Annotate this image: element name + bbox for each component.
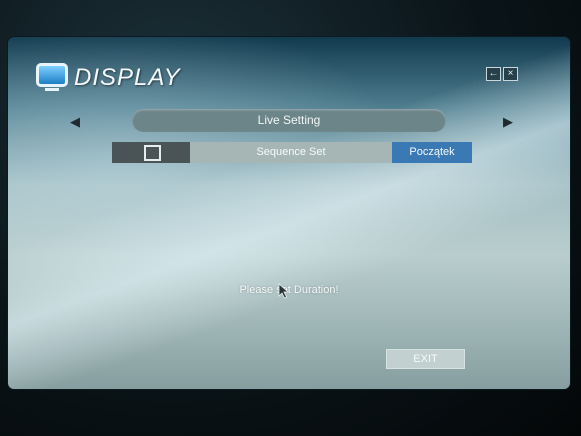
tab-sequence-set[interactable]: Sequence Set	[190, 142, 392, 163]
display-settings-panel: DISPLAY ← × ◀ Live Setting ▶ Sequence Se…	[8, 37, 570, 389]
back-icon[interactable]: ←	[486, 67, 501, 81]
enable-checkbox[interactable]	[144, 145, 161, 161]
display-icon	[36, 63, 68, 91]
tab-start[interactable]: Początek	[392, 142, 472, 163]
mouse-cursor-icon	[278, 283, 290, 299]
close-icon[interactable]: ×	[503, 67, 518, 81]
screen-background: DISPLAY ← × ◀ Live Setting ▶ Sequence Se…	[0, 0, 581, 436]
sequence-tabs: Sequence Set Początek	[112, 142, 472, 163]
next-arrow-icon[interactable]: ▶	[503, 114, 513, 130]
mode-selector-bar[interactable]: Live Setting	[132, 109, 446, 132]
panel-title: DISPLAY	[74, 64, 181, 91]
enable-checkbox-cell[interactable]	[112, 142, 190, 163]
prev-arrow-icon[interactable]: ◀	[70, 114, 80, 130]
exit-button[interactable]: EXIT	[386, 349, 465, 369]
